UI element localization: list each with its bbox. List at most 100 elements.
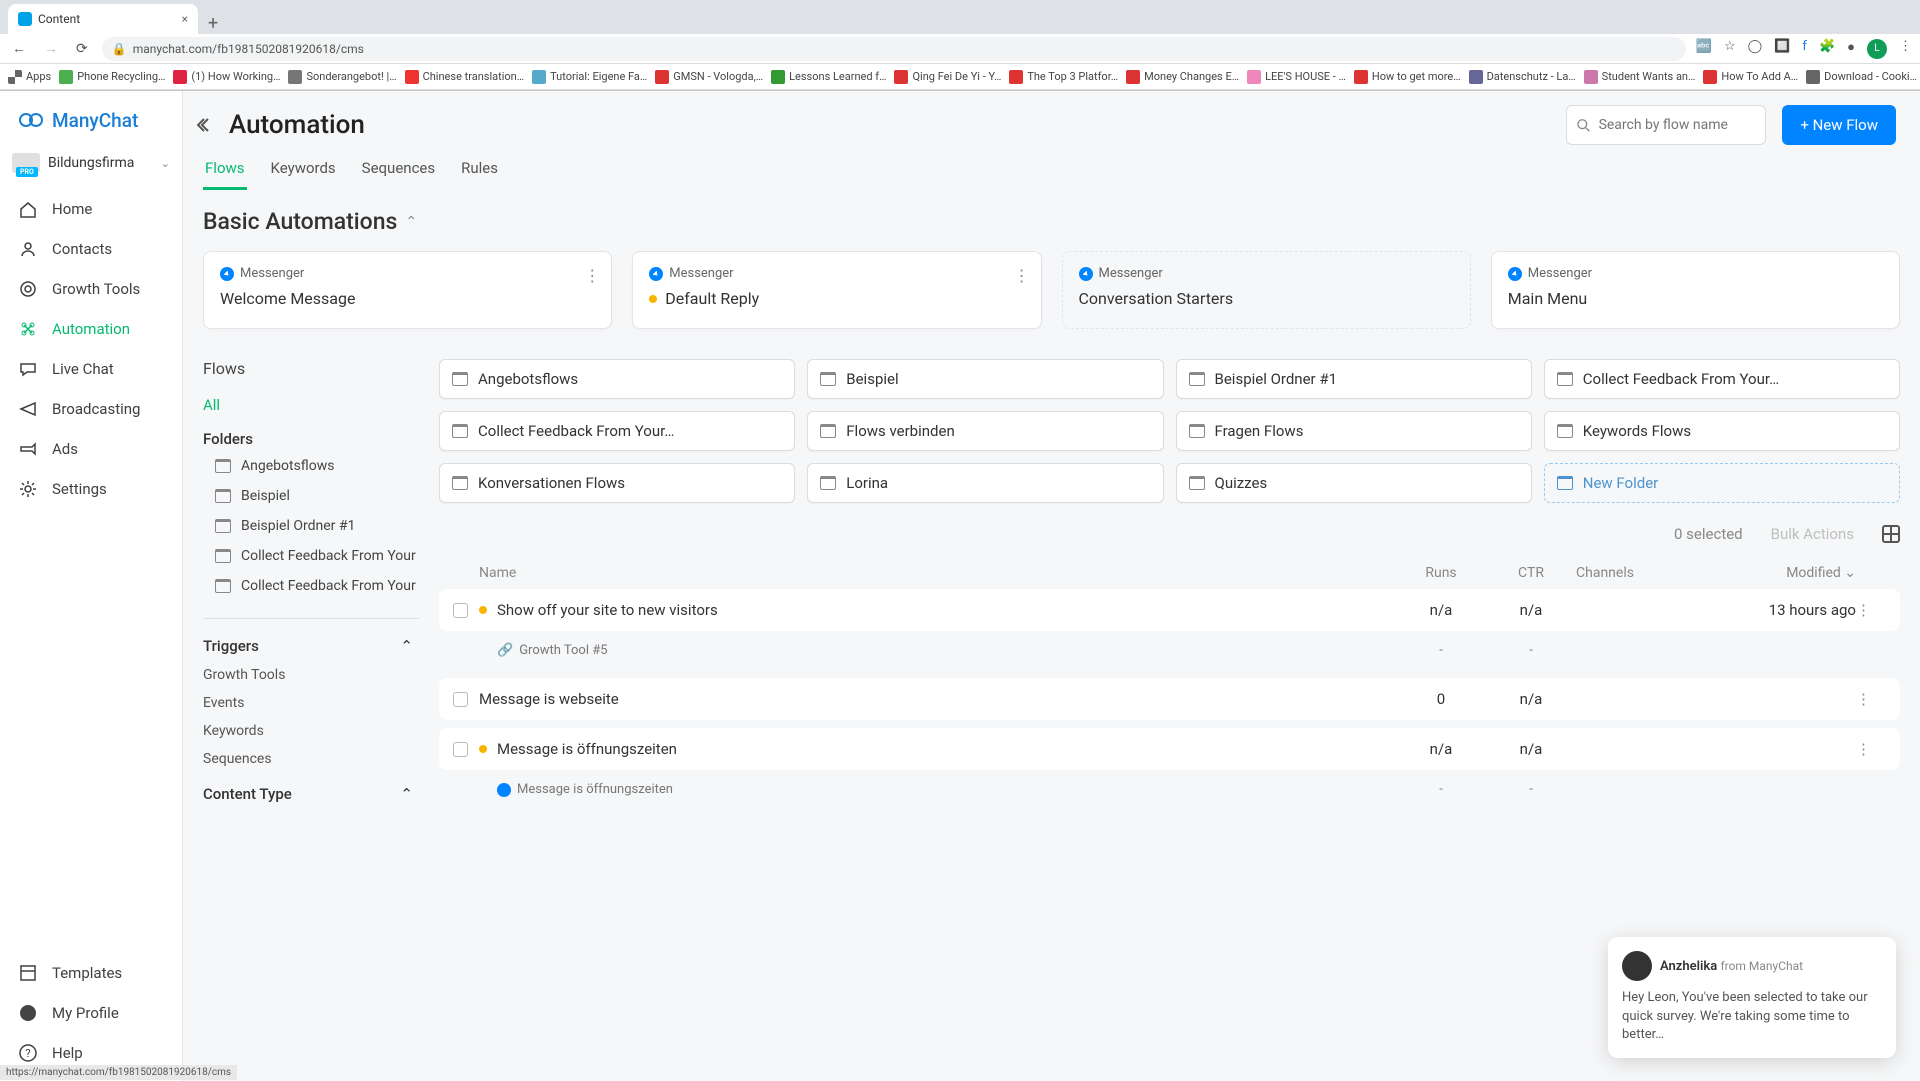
col-runs[interactable]: Runs bbox=[1396, 565, 1486, 581]
chat-widget[interactable]: Anzhelika from ManyChat Hey Leon, You've… bbox=[1608, 937, 1896, 1058]
sidebar-folder-item[interactable]: Angebotsflows bbox=[215, 458, 419, 474]
col-ctr[interactable]: CTR bbox=[1486, 565, 1576, 581]
bookmark-item[interactable]: Money Changes E… bbox=[1126, 70, 1239, 84]
automation-card[interactable]: Messenger Default Reply ⋮ bbox=[632, 251, 1041, 329]
bookmark-item[interactable]: (1) How Working… bbox=[173, 70, 280, 84]
ext-icon[interactable]: 🧩 bbox=[1819, 39, 1835, 59]
table-row[interactable]: Show off your site to new visitors n/a n… bbox=[439, 589, 1900, 631]
search-input[interactable] bbox=[1566, 105, 1766, 145]
automation-card[interactable]: Messenger Welcome Message ⋮ bbox=[203, 251, 612, 329]
sidebar-item-live-chat[interactable]: Live Chat bbox=[0, 349, 182, 389]
bookmark-item[interactable]: Phone Recycling… bbox=[59, 70, 165, 84]
automation-card[interactable]: Messenger Conversation Starters bbox=[1062, 251, 1471, 329]
sidebar-item-settings[interactable]: Settings bbox=[0, 469, 182, 509]
bookmark-item[interactable]: How to get more… bbox=[1354, 70, 1461, 84]
folder-card[interactable]: Flows verbinden bbox=[807, 411, 1163, 451]
ext-icon[interactable]: f bbox=[1802, 39, 1807, 59]
search-field[interactable] bbox=[1599, 117, 1756, 133]
sidebar-folder-item[interactable]: Beispiel Ordner #1 bbox=[215, 518, 419, 534]
row-menu-icon[interactable]: ⋮ bbox=[1856, 740, 1886, 758]
bookmark-item[interactable]: The Top 3 Platfor… bbox=[1009, 70, 1118, 84]
profile-avatar[interactable]: L bbox=[1867, 39, 1887, 59]
tab-rules[interactable]: Rules bbox=[459, 153, 500, 190]
new-flow-button[interactable]: + New Flow bbox=[1782, 105, 1896, 145]
sidebar-folder-item[interactable]: Collect Feedback From Your Cu bbox=[215, 578, 419, 594]
folder-card[interactable]: Beispiel bbox=[807, 359, 1163, 399]
sidebar-item-my-profile[interactable]: My Profile bbox=[0, 993, 182, 1033]
folder-card[interactable]: Konversationen Flows bbox=[439, 463, 795, 503]
tab-keywords[interactable]: Keywords bbox=[269, 153, 338, 190]
new-tab-button[interactable]: + bbox=[198, 13, 228, 34]
folder-card[interactable]: Beispiel Ordner #1 bbox=[1176, 359, 1532, 399]
apps-button[interactable]: Apps bbox=[8, 70, 51, 84]
bookmark-item[interactable]: Sonderangebot! |… bbox=[288, 70, 396, 84]
reload-icon[interactable]: ⟳ bbox=[72, 41, 92, 57]
bookmark-item[interactable]: Qing Fei De Yi - Y… bbox=[894, 70, 1001, 84]
collapse-sidebar-icon[interactable] bbox=[197, 116, 215, 134]
bookmark-item[interactable]: Download - Cooki… bbox=[1806, 70, 1917, 84]
folder-card[interactable]: Fragen Flows bbox=[1176, 411, 1532, 451]
bookmark-item[interactable]: Tutorial: Eigene Fa… bbox=[532, 70, 647, 84]
filter-all[interactable]: All bbox=[203, 396, 419, 414]
table-sub-row[interactable]: Message is öffnungszeiten - - bbox=[439, 778, 1900, 809]
sidebar-item-home[interactable]: Home bbox=[0, 189, 182, 229]
row-checkbox[interactable] bbox=[453, 603, 468, 618]
bulk-actions-button[interactable]: Bulk Actions bbox=[1771, 525, 1854, 543]
menu-icon[interactable]: ⋮ bbox=[1899, 39, 1912, 59]
tab-flows[interactable]: Flows bbox=[203, 153, 247, 190]
close-icon[interactable]: × bbox=[182, 12, 188, 26]
row-checkbox[interactable] bbox=[453, 692, 468, 707]
sidebar-item-automation[interactable]: Automation bbox=[0, 309, 182, 349]
ext-icon[interactable]: ☆ bbox=[1724, 39, 1736, 59]
folder-card[interactable]: Quizzes bbox=[1176, 463, 1532, 503]
tab-sequences[interactable]: Sequences bbox=[360, 153, 437, 190]
sidebar-item-templates[interactable]: Templates bbox=[0, 953, 182, 993]
sidebar-item-broadcasting[interactable]: Broadcasting bbox=[0, 389, 182, 429]
basic-automations-header[interactable]: Basic Automations ⌃ bbox=[203, 208, 1900, 235]
sidebar-folder-item[interactable]: Collect Feedback From Your Cu bbox=[215, 548, 419, 564]
address-bar[interactable]: 🔒 manychat.com/fb1981502081920618/cms bbox=[102, 37, 1686, 61]
row-checkbox[interactable] bbox=[453, 742, 468, 757]
trigger-item[interactable]: Sequences bbox=[203, 751, 419, 767]
forward-icon[interactable]: → bbox=[40, 40, 62, 57]
row-menu-icon[interactable]: ⋮ bbox=[1856, 690, 1886, 708]
workspace-selector[interactable]: PRO Bildungsfirma ⌄ bbox=[0, 143, 182, 183]
back-icon[interactable]: ← bbox=[8, 40, 30, 57]
table-row[interactable]: Message is öffnungszeiten n/a n/a ⋮ bbox=[439, 728, 1900, 770]
table-row[interactable]: Message is webseite 0 n/a ⋮ bbox=[439, 678, 1900, 720]
content-type-section[interactable]: Content Type ⌃ bbox=[203, 785, 419, 803]
sidebar-folder-item[interactable]: Beispiel bbox=[215, 488, 419, 504]
folder-card[interactable]: Lorina bbox=[807, 463, 1163, 503]
grid-view-icon[interactable] bbox=[1882, 525, 1900, 543]
card-menu-icon[interactable]: ⋮ bbox=[584, 266, 601, 285]
folder-card[interactable]: Collect Feedback From Your… bbox=[439, 411, 795, 451]
folder-card[interactable]: Angebotsflows bbox=[439, 359, 795, 399]
ext-icon[interactable]: ◯ bbox=[1748, 39, 1763, 59]
triggers-section[interactable]: Triggers ⌃ bbox=[203, 637, 419, 655]
brand[interactable]: ManyChat bbox=[0, 91, 182, 143]
card-menu-icon[interactable]: ⋮ bbox=[1014, 266, 1031, 285]
col-channels[interactable]: Channels bbox=[1576, 565, 1696, 581]
trigger-item[interactable]: Events bbox=[203, 695, 419, 711]
col-name[interactable]: Name bbox=[479, 565, 1396, 581]
folder-card[interactable]: Keywords Flows bbox=[1544, 411, 1900, 451]
trigger-item[interactable]: Growth Tools bbox=[203, 667, 419, 683]
ext-icon[interactable]: 🔲 bbox=[1774, 39, 1790, 59]
bookmark-item[interactable]: GMSN - Vologda,… bbox=[655, 70, 763, 84]
bookmark-item[interactable]: Student Wants an… bbox=[1584, 70, 1696, 84]
trigger-item[interactable]: Keywords bbox=[203, 723, 419, 739]
sidebar-item-contacts[interactable]: Contacts bbox=[0, 229, 182, 269]
ext-icon[interactable]: ● bbox=[1847, 39, 1855, 59]
col-modified[interactable]: Modified ⌄ bbox=[1696, 565, 1856, 581]
new-folder-button[interactable]: New Folder bbox=[1544, 463, 1900, 503]
table-sub-row[interactable]: 🔗Growth Tool #5 - - bbox=[439, 639, 1900, 670]
sidebar-item-ads[interactable]: Ads bbox=[0, 429, 182, 469]
automation-card[interactable]: Messenger Main Menu bbox=[1491, 251, 1900, 329]
folder-card[interactable]: Collect Feedback From Your… bbox=[1544, 359, 1900, 399]
bookmark-item[interactable]: Lessons Learned f… bbox=[771, 70, 886, 84]
browser-tab[interactable]: Content × bbox=[8, 4, 198, 34]
bookmark-item[interactable]: Datenschutz - La… bbox=[1469, 70, 1576, 84]
bookmark-item[interactable]: How To Add A… bbox=[1703, 70, 1798, 84]
row-menu-icon[interactable]: ⋮ bbox=[1856, 601, 1886, 619]
ext-icon[interactable]: 🔤 bbox=[1696, 39, 1712, 59]
